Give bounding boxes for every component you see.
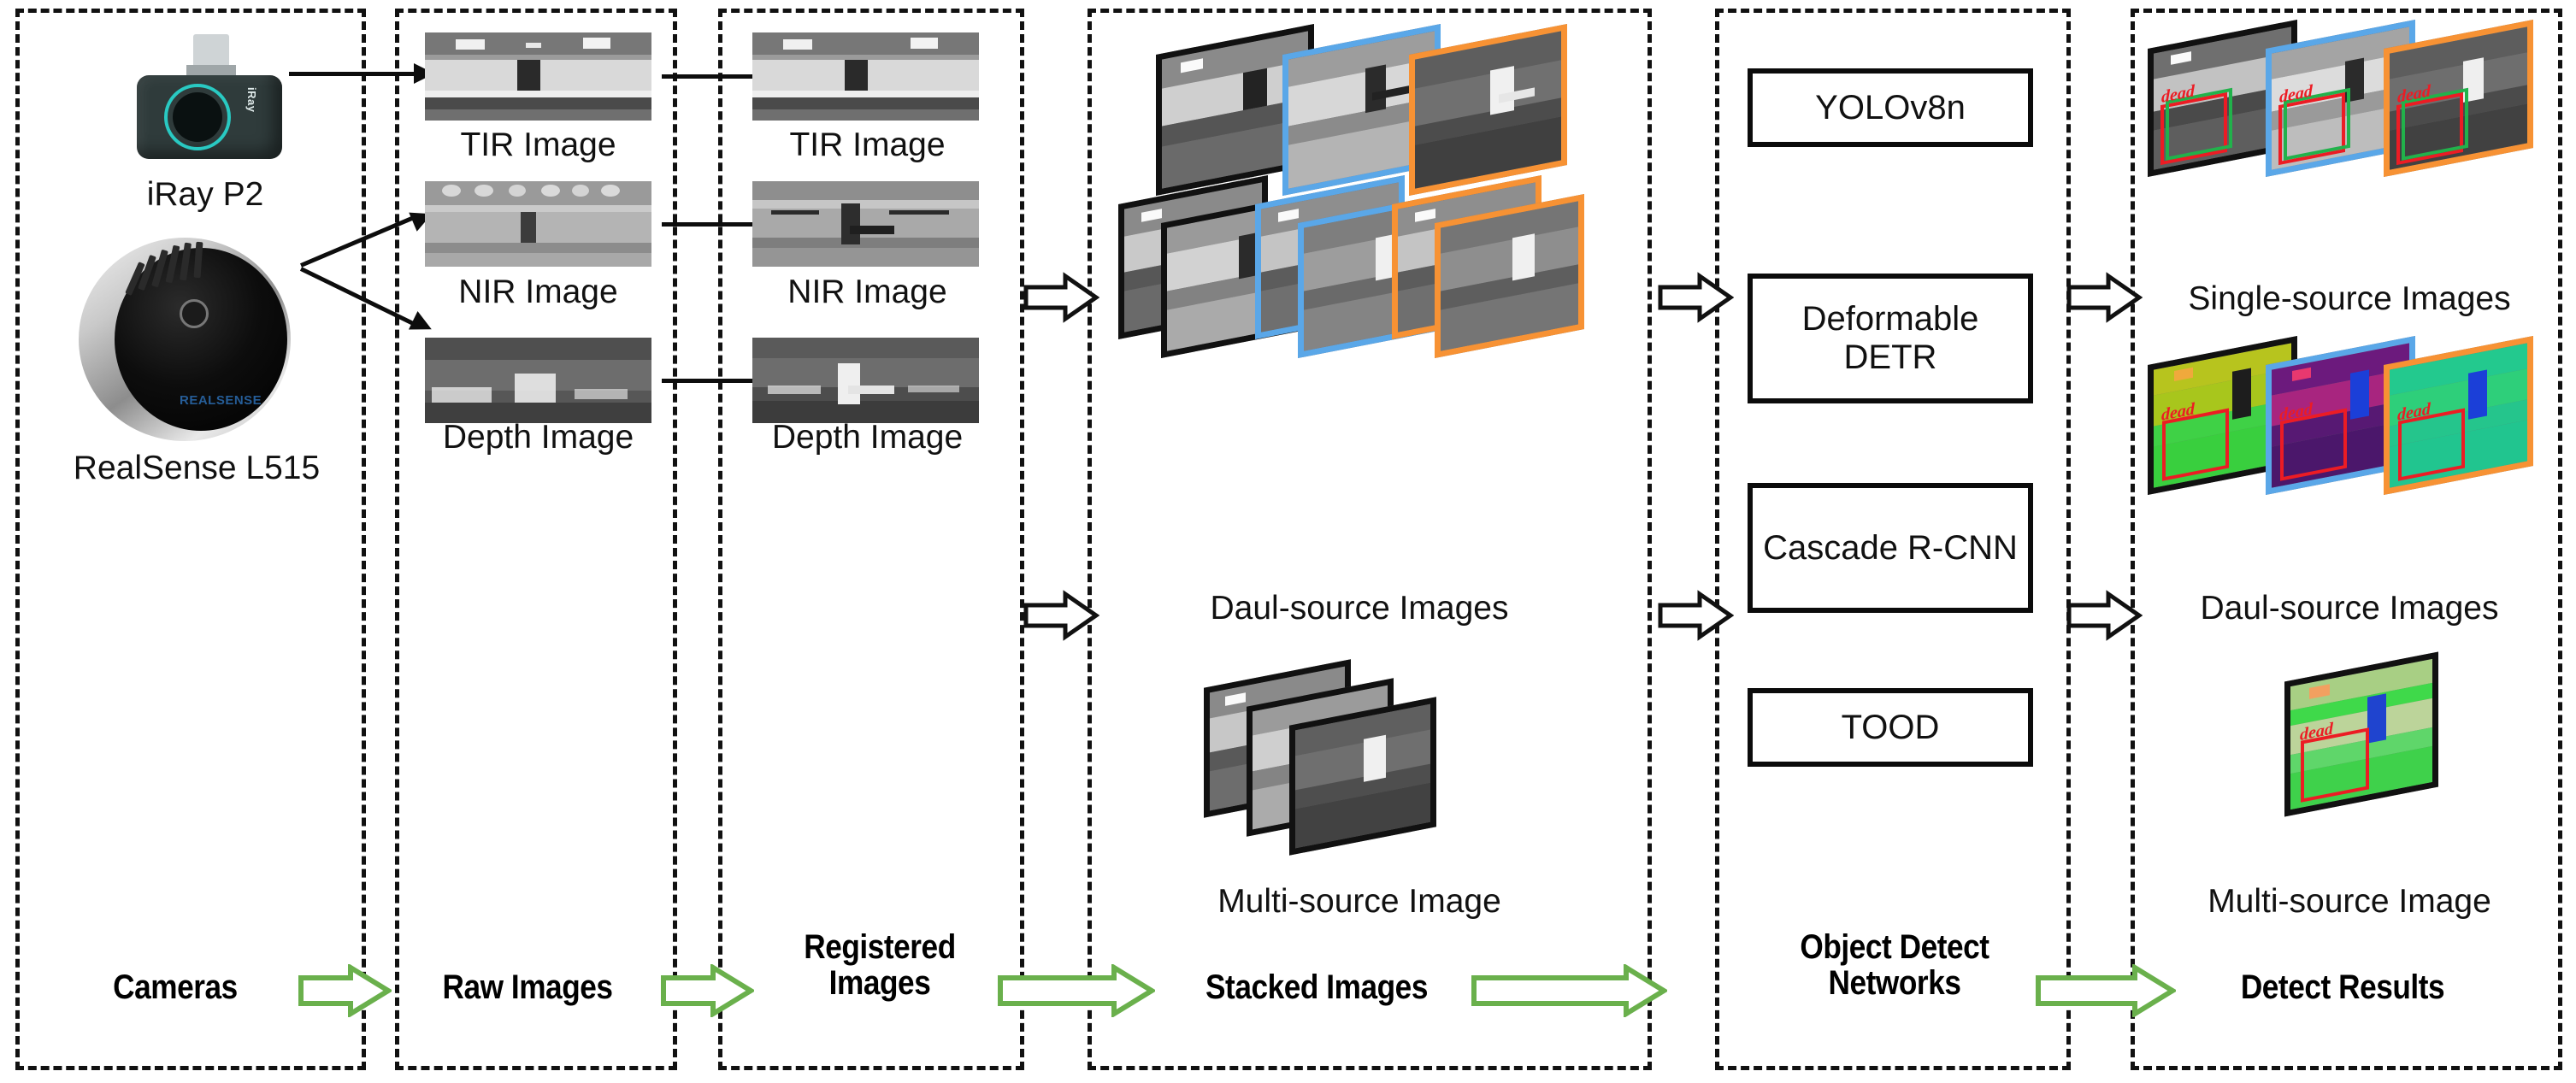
flow-arrow-icon [2036,964,2176,1017]
block-arrow-registered-to-stacked [1023,272,1099,323]
flow-label-cameras: Cameras [113,968,238,1006]
network-box-deformable-detr[interactable]: Deformable DETR [1748,274,2033,403]
block-arrow-networks-to-results [2066,590,2143,641]
registered-tir-photo [752,32,979,121]
network-box-tood[interactable]: TOOD [1748,688,2033,767]
column-registered [718,9,1024,1070]
pipeline-diagram: iRay iRay P2 REALSENSE RealSense L515 TI… [0,0,2576,1083]
result-caption-dual: Daul-source Images [2200,590,2499,627]
realsense-l515-device: REALSENSE [79,232,309,446]
flow-arrow-icon [1471,964,1667,1017]
registered-caption-nir: NIR Image [787,274,947,310]
flow-label-raw-images: Raw Images [442,968,613,1006]
stacked-caption-multi: Multi-source Image [1217,883,1501,920]
flow-label-line1: Object Detect [1800,928,1989,966]
stacked-caption-dual: Daul-source Images [1210,590,1509,627]
network-box-cascade-rcnn[interactable]: Cascade R-CNN [1748,483,2033,613]
network-box-yolov8n[interactable]: YOLOv8n [1748,68,2033,147]
flow-arrow-icon [661,964,754,1017]
camera-label-iray: iRay P2 [146,176,264,213]
raw-nir-photo [425,181,651,267]
network-box-label: Deformable DETR [1801,300,1979,376]
connector-line-depth-reg [662,379,756,383]
column-raw [395,9,677,1070]
raw-caption-depth: Depth Image [442,419,634,456]
flow-label-line2: Images [828,963,931,1002]
connector-line-tir-reg [662,74,756,79]
flow-label-line2: Networks [1828,963,1961,1002]
flow-label-object-detect-networks: Object Detect Networks [1752,928,2037,1002]
iray-p2-device: iRay [128,34,282,171]
raw-tir-photo [425,32,651,121]
raw-caption-tir: TIR Image [460,127,616,163]
raw-depth-photo [425,338,651,423]
registered-caption-tir: TIR Image [789,127,946,163]
block-arrow-networks-to-results [2066,272,2143,323]
block-arrow-stacked-to-networks [1658,272,1734,323]
registered-depth-photo [752,338,979,423]
registered-nir-photo [752,181,979,267]
realsense-logo: REALSENSE [180,393,262,408]
result-caption-single: Single-source Images [2188,280,2511,317]
network-box-label: Cascade R-CNN [1763,528,2018,567]
camera-label-realsense: RealSense L515 [73,450,321,486]
connector-line-iray-tir [289,72,417,76]
flow-label-stacked-images: Stacked Images [1205,968,1428,1006]
realsense-sensor [180,299,209,328]
flow-arrow-icon [998,964,1155,1017]
iray-logo: iRay [245,87,258,113]
usb-connector-icon [193,34,229,68]
flow-label-line1: Registered [804,928,956,966]
result-caption-multi: Multi-source Image [2208,883,2491,920]
flow-arrow-icon [298,964,392,1017]
block-arrow-registered-to-stacked [1023,590,1099,641]
connector-line-nir-reg [662,222,756,227]
registered-caption-depth: Depth Image [771,419,964,456]
block-arrow-stacked-to-networks [1658,590,1734,641]
iray-lens [173,92,222,142]
raw-caption-nir: NIR Image [458,274,618,310]
flow-label-registered-images: Registered Images [756,928,1004,1002]
flow-label-detect-results: Detect Results [2240,968,2445,1006]
